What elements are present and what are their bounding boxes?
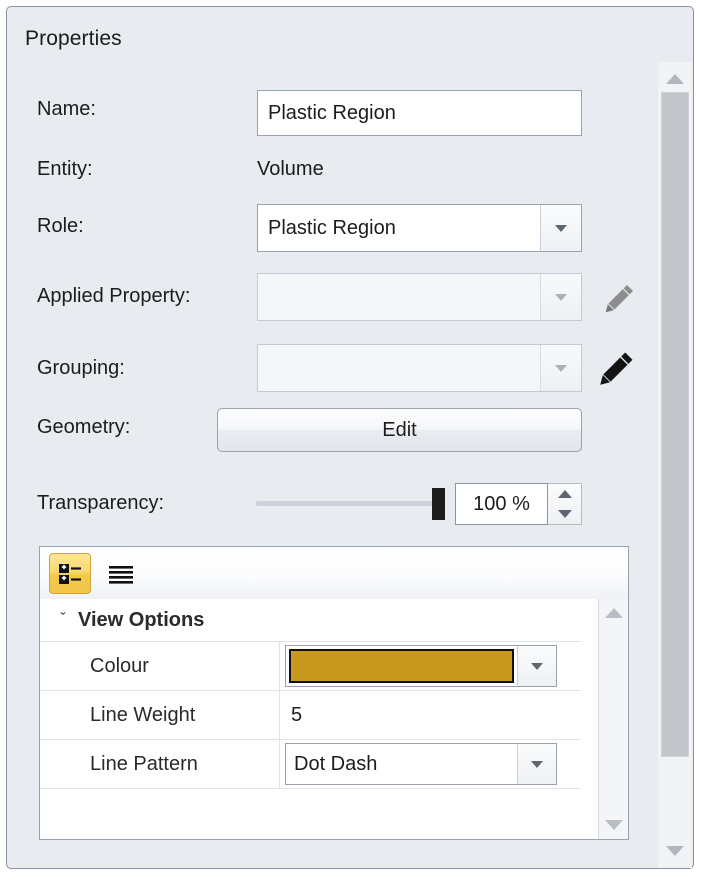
scroll-up-button[interactable] [599, 599, 628, 627]
entity-label: Entity: [37, 158, 93, 180]
applied-property-combobox[interactable] [257, 273, 582, 321]
panel-scrollbar[interactable] [658, 62, 692, 868]
role-combobox[interactable]: Plastic Region [257, 204, 582, 252]
geometry-label: Geometry: [37, 416, 131, 438]
grouping-value [258, 345, 540, 391]
triangle-up-icon [604, 608, 623, 618]
transparency-spinner[interactable] [548, 483, 582, 525]
transparency-spinner-up[interactable] [548, 484, 581, 504]
role-label: Role: [37, 215, 84, 237]
property-value [281, 642, 581, 690]
property-grid: ˇ View Options Colour Line Weight 5 Line… [39, 546, 629, 840]
line-pattern-value: Dot Dash [294, 752, 378, 775]
property-value: Dot Dash [281, 740, 581, 788]
name-label: Name: [37, 98, 96, 120]
entity-value: Volume [257, 158, 324, 180]
property-value: 5 [281, 691, 581, 739]
chevron-down-icon [531, 760, 543, 768]
property-name: Line Weight [40, 691, 280, 739]
alphabetical-view-button[interactable] [100, 553, 142, 594]
categorized-view-icon [59, 563, 81, 584]
property-name: Line Pattern [40, 740, 280, 788]
role-combobox-value: Plastic Region [268, 216, 396, 239]
chevron-down-icon [555, 364, 567, 372]
panel-scroll-up-button[interactable] [658, 66, 692, 92]
grouping-dropdown-button[interactable] [540, 345, 581, 391]
chevron-down-icon [555, 293, 567, 301]
property-grid-body: ˇ View Options Colour Line Weight 5 Line… [40, 599, 628, 839]
chevron-down-icon[interactable]: ˇ [48, 611, 78, 629]
colour-swatch[interactable] [289, 649, 514, 683]
scroll-down-button[interactable] [599, 811, 628, 839]
transparency-label: Transparency: [37, 492, 165, 514]
properties-panel: Properties Name: Plastic Region Entity: … [6, 6, 694, 869]
line-pattern-combobox[interactable]: Dot Dash [285, 743, 557, 785]
applied-property-dropdown-button[interactable] [540, 274, 581, 320]
colour-swatch-cell[interactable] [286, 646, 517, 686]
property-grid-scrollbar[interactable] [598, 599, 628, 839]
geometry-edit-button[interactable]: Edit [217, 408, 582, 452]
triangle-up-icon [666, 74, 684, 84]
table-row[interactable]: Colour [40, 642, 581, 691]
applied-property-value [258, 274, 540, 320]
grouping-combobox[interactable] [257, 344, 582, 392]
category-row-view-options[interactable]: ˇ View Options [40, 599, 581, 642]
chevron-down-icon [531, 662, 543, 670]
grouping-pencil-icon[interactable] [593, 346, 639, 397]
triangle-down-icon [666, 846, 684, 856]
colour-combobox[interactable] [285, 645, 557, 687]
triangle-up-icon [557, 490, 572, 498]
chevron-down-icon [555, 224, 567, 232]
categorized-view-button[interactable] [49, 553, 91, 594]
transparency-slider-track[interactable] [256, 501, 436, 506]
transparency-slider-thumb[interactable] [432, 488, 445, 520]
role-dropdown-button[interactable] [540, 205, 581, 251]
panel-scroll-down-button[interactable] [658, 838, 692, 864]
panel-title: Properties [25, 27, 122, 50]
grouping-label: Grouping: [37, 357, 125, 379]
applied-property-pencil-icon[interactable] [599, 279, 639, 324]
line-pattern-dropdown-button[interactable] [517, 744, 556, 784]
property-grid-toolbar [40, 547, 628, 600]
colour-dropdown-button[interactable] [517, 646, 556, 686]
triangle-down-icon [604, 820, 623, 830]
property-name: Colour [40, 642, 280, 690]
applied-property-label: Applied Property: [37, 285, 191, 307]
triangle-down-icon [557, 510, 572, 518]
name-input[interactable]: Plastic Region [257, 90, 582, 136]
category-label: View Options [78, 608, 205, 631]
transparency-spinner-down[interactable] [548, 504, 581, 524]
alphabetical-view-icon [109, 565, 133, 584]
line-weight-input[interactable]: 5 [281, 704, 302, 727]
transparency-value-input[interactable]: 100 % [455, 483, 548, 525]
table-row[interactable]: Line Pattern Dot Dash [40, 740, 581, 789]
panel-scroll-thumb[interactable] [661, 92, 689, 757]
table-row[interactable]: Line Weight 5 [40, 691, 581, 740]
